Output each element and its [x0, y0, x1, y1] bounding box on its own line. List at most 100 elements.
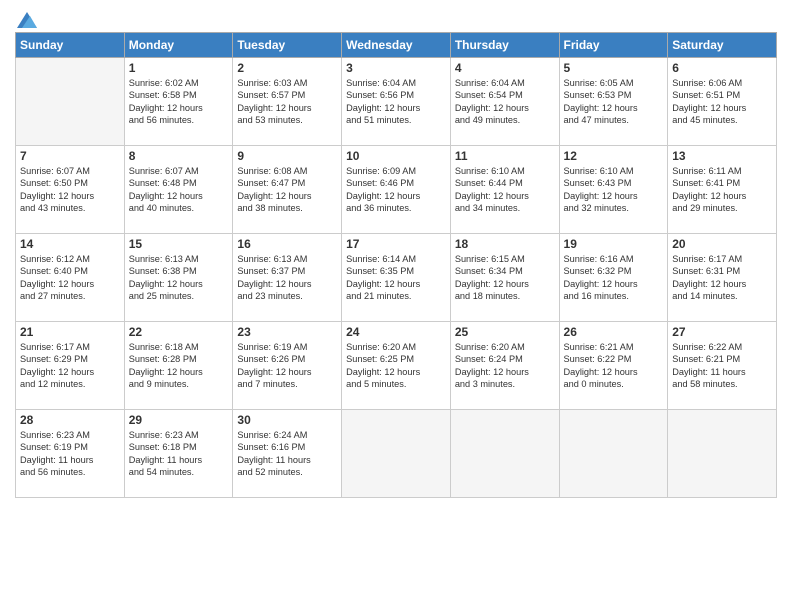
- header-cell-saturday: Saturday: [668, 33, 777, 58]
- day-number: 10: [346, 149, 446, 163]
- logo-icon: [17, 12, 37, 28]
- day-info: Sunrise: 6:17 AMSunset: 6:29 PMDaylight:…: [20, 341, 120, 391]
- calendar-cell: 15 Sunrise: 6:13 AMSunset: 6:38 PMDayligh…: [124, 234, 233, 322]
- day-info: Sunrise: 6:08 AMSunset: 6:47 PMDaylight:…: [237, 165, 337, 215]
- day-number: 3: [346, 61, 446, 75]
- calendar-cell: 29 Sunrise: 6:23 AMSunset: 6:18 PMDayligh…: [124, 410, 233, 498]
- day-info: Sunrise: 6:23 AMSunset: 6:18 PMDaylight:…: [129, 429, 229, 479]
- header-cell-thursday: Thursday: [450, 33, 559, 58]
- day-info: Sunrise: 6:20 AMSunset: 6:25 PMDaylight:…: [346, 341, 446, 391]
- day-info: Sunrise: 6:24 AMSunset: 6:16 PMDaylight:…: [237, 429, 337, 479]
- page-container: SundayMondayTuesdayWednesdayThursdayFrid…: [0, 0, 792, 508]
- calendar-cell: 20 Sunrise: 6:17 AMSunset: 6:31 PMDayligh…: [668, 234, 777, 322]
- day-number: 2: [237, 61, 337, 75]
- calendar-week-5: 28 Sunrise: 6:23 AMSunset: 6:19 PMDayligh…: [16, 410, 777, 498]
- calendar-week-1: 1 Sunrise: 6:02 AMSunset: 6:58 PMDaylight…: [16, 58, 777, 146]
- day-number: 1: [129, 61, 229, 75]
- day-number: 5: [564, 61, 664, 75]
- calendar-cell: [342, 410, 451, 498]
- calendar-cell: [450, 410, 559, 498]
- calendar-cell: 17Sunrise: 6:14 AMSunset: 6:35 PMDayligh…: [342, 234, 451, 322]
- calendar-cell: 7 Sunrise: 6:07 AMSunset: 6:50 PMDaylight…: [16, 146, 125, 234]
- day-number: 25: [455, 325, 555, 339]
- calendar-cell: 22 Sunrise: 6:18 AMSunset: 6:28 PMDayligh…: [124, 322, 233, 410]
- calendar-cell: 27 Sunrise: 6:22 AMSunset: 6:21 PMDayligh…: [668, 322, 777, 410]
- calendar-cell: 21Sunrise: 6:17 AMSunset: 6:29 PMDayligh…: [16, 322, 125, 410]
- calendar-week-2: 7 Sunrise: 6:07 AMSunset: 6:50 PMDaylight…: [16, 146, 777, 234]
- day-number: 16: [237, 237, 337, 251]
- day-number: 15: [129, 237, 229, 251]
- calendar-cell: 6 Sunrise: 6:06 AMSunset: 6:51 PMDaylight…: [668, 58, 777, 146]
- calendar-cell: 25 Sunrise: 6:20 AMSunset: 6:24 PMDayligh…: [450, 322, 559, 410]
- header-cell-tuesday: Tuesday: [233, 33, 342, 58]
- day-number: 19: [564, 237, 664, 251]
- day-number: 28: [20, 413, 120, 427]
- day-info: Sunrise: 6:09 AMSunset: 6:46 PMDaylight:…: [346, 165, 446, 215]
- calendar-cell: 1 Sunrise: 6:02 AMSunset: 6:58 PMDaylight…: [124, 58, 233, 146]
- header: [15, 10, 777, 26]
- day-info: Sunrise: 6:19 AMSunset: 6:26 PMDaylight:…: [237, 341, 337, 391]
- day-info: Sunrise: 6:18 AMSunset: 6:28 PMDaylight:…: [129, 341, 229, 391]
- calendar-cell: 5 Sunrise: 6:05 AMSunset: 6:53 PMDaylight…: [559, 58, 668, 146]
- day-info: Sunrise: 6:04 AMSunset: 6:56 PMDaylight:…: [346, 77, 446, 127]
- day-number: 13: [672, 149, 772, 163]
- day-info: Sunrise: 6:02 AMSunset: 6:58 PMDaylight:…: [129, 77, 229, 127]
- calendar-cell: 10 Sunrise: 6:09 AMSunset: 6:46 PMDayligh…: [342, 146, 451, 234]
- calendar-cell: 3 Sunrise: 6:04 AMSunset: 6:56 PMDaylight…: [342, 58, 451, 146]
- day-info: Sunrise: 6:03 AMSunset: 6:57 PMDaylight:…: [237, 77, 337, 127]
- calendar-cell: [668, 410, 777, 498]
- day-info: Sunrise: 6:06 AMSunset: 6:51 PMDaylight:…: [672, 77, 772, 127]
- day-number: 17: [346, 237, 446, 251]
- calendar-cell: 18 Sunrise: 6:15 AMSunset: 6:34 PMDayligh…: [450, 234, 559, 322]
- header-cell-monday: Monday: [124, 33, 233, 58]
- day-info: Sunrise: 6:05 AMSunset: 6:53 PMDaylight:…: [564, 77, 664, 127]
- day-info: Sunrise: 6:10 AMSunset: 6:44 PMDaylight:…: [455, 165, 555, 215]
- day-info: Sunrise: 6:23 AMSunset: 6:19 PMDaylight:…: [20, 429, 120, 479]
- day-number: 22: [129, 325, 229, 339]
- calendar-week-3: 14Sunrise: 6:12 AMSunset: 6:40 PMDayligh…: [16, 234, 777, 322]
- day-number: 23: [237, 325, 337, 339]
- day-number: 27: [672, 325, 772, 339]
- calendar-cell: 2 Sunrise: 6:03 AMSunset: 6:57 PMDaylight…: [233, 58, 342, 146]
- logo: [15, 14, 37, 26]
- header-row: SundayMondayTuesdayWednesdayThursdayFrid…: [16, 33, 777, 58]
- day-number: 4: [455, 61, 555, 75]
- day-info: Sunrise: 6:16 AMSunset: 6:32 PMDaylight:…: [564, 253, 664, 303]
- day-info: Sunrise: 6:13 AMSunset: 6:38 PMDaylight:…: [129, 253, 229, 303]
- day-number: 6: [672, 61, 772, 75]
- day-info: Sunrise: 6:21 AMSunset: 6:22 PMDaylight:…: [564, 341, 664, 391]
- day-info: Sunrise: 6:22 AMSunset: 6:21 PMDaylight:…: [672, 341, 772, 391]
- header-cell-wednesday: Wednesday: [342, 33, 451, 58]
- day-info: Sunrise: 6:13 AMSunset: 6:37 PMDaylight:…: [237, 253, 337, 303]
- calendar-cell: 23 Sunrise: 6:19 AMSunset: 6:26 PMDayligh…: [233, 322, 342, 410]
- day-number: 24: [346, 325, 446, 339]
- calendar-cell: 26Sunrise: 6:21 AMSunset: 6:22 PMDayligh…: [559, 322, 668, 410]
- calendar-cell: 4 Sunrise: 6:04 AMSunset: 6:54 PMDaylight…: [450, 58, 559, 146]
- day-number: 18: [455, 237, 555, 251]
- day-number: 7: [20, 149, 120, 163]
- day-number: 20: [672, 237, 772, 251]
- calendar-cell: 24 Sunrise: 6:20 AMSunset: 6:25 PMDayligh…: [342, 322, 451, 410]
- day-number: 8: [129, 149, 229, 163]
- day-info: Sunrise: 6:12 AMSunset: 6:40 PMDaylight:…: [20, 253, 120, 303]
- day-number: 9: [237, 149, 337, 163]
- calendar-cell: [16, 58, 125, 146]
- calendar-cell: 16 Sunrise: 6:13 AMSunset: 6:37 PMDayligh…: [233, 234, 342, 322]
- day-info: Sunrise: 6:07 AMSunset: 6:50 PMDaylight:…: [20, 165, 120, 215]
- day-number: 29: [129, 413, 229, 427]
- calendar-cell: 30 Sunrise: 6:24 AMSunset: 6:16 PMDayligh…: [233, 410, 342, 498]
- calendar-cell: 13Sunrise: 6:11 AMSunset: 6:41 PMDayligh…: [668, 146, 777, 234]
- day-number: 30: [237, 413, 337, 427]
- day-info: Sunrise: 6:04 AMSunset: 6:54 PMDaylight:…: [455, 77, 555, 127]
- day-info: Sunrise: 6:07 AMSunset: 6:48 PMDaylight:…: [129, 165, 229, 215]
- calendar-cell: 12Sunrise: 6:10 AMSunset: 6:43 PMDayligh…: [559, 146, 668, 234]
- calendar-header: SundayMondayTuesdayWednesdayThursdayFrid…: [16, 33, 777, 58]
- day-info: Sunrise: 6:17 AMSunset: 6:31 PMDaylight:…: [672, 253, 772, 303]
- calendar-cell: 28 Sunrise: 6:23 AMSunset: 6:19 PMDayligh…: [16, 410, 125, 498]
- day-number: 12: [564, 149, 664, 163]
- header-cell-friday: Friday: [559, 33, 668, 58]
- day-info: Sunrise: 6:20 AMSunset: 6:24 PMDaylight:…: [455, 341, 555, 391]
- calendar-table: SundayMondayTuesdayWednesdayThursdayFrid…: [15, 32, 777, 498]
- day-info: Sunrise: 6:15 AMSunset: 6:34 PMDaylight:…: [455, 253, 555, 303]
- calendar-cell: [559, 410, 668, 498]
